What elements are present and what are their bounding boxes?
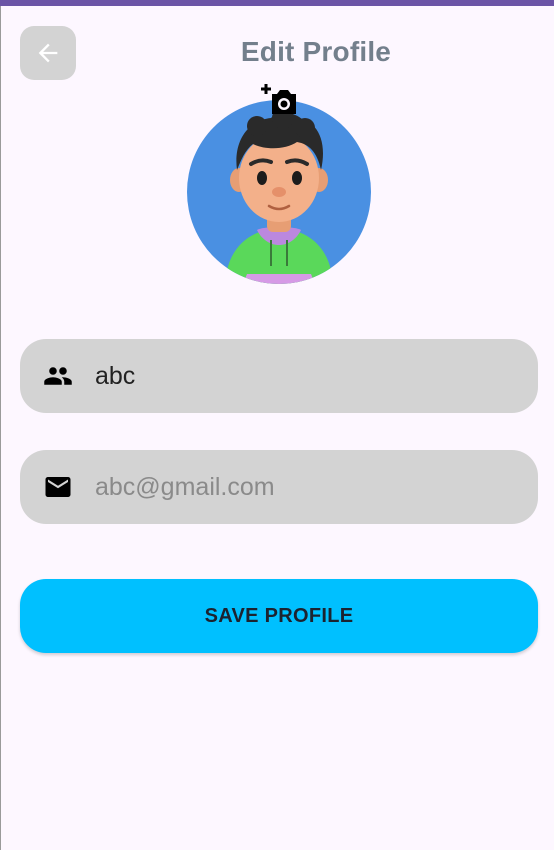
- page-title: Edit Profile: [240, 36, 392, 67]
- email-placeholder: abc@gmail.com: [95, 473, 275, 501]
- add-photo-icon: [261, 84, 296, 114]
- name-value: abc: [95, 362, 136, 390]
- mail-icon: [45, 477, 71, 497]
- email-field[interactable]: abc@gmail.com: [20, 450, 538, 524]
- avatar: [187, 100, 371, 284]
- name-field[interactable]: abc: [20, 339, 538, 413]
- people-icon: [44, 367, 72, 385]
- window-edge: [0, 6, 1, 850]
- change-photo-button[interactable]: [259, 82, 299, 116]
- status-bar: [0, 0, 554, 6]
- save-profile-button[interactable]: SAVE PROFILE: [20, 579, 538, 653]
